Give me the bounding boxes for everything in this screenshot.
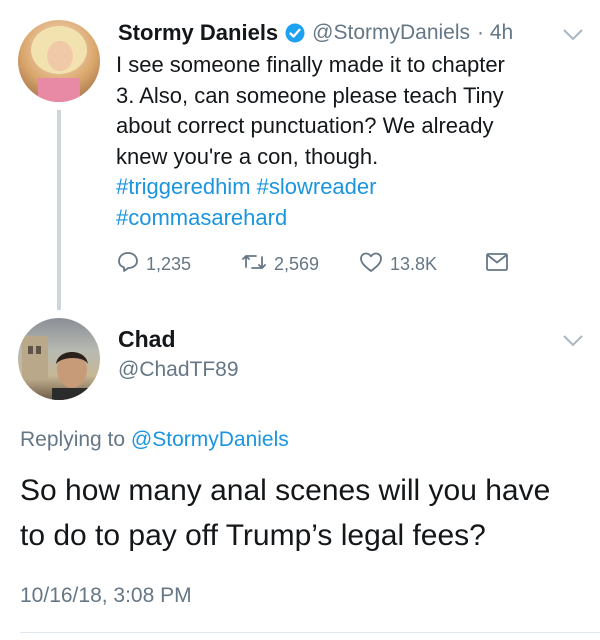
direct-message-button[interactable] (484, 250, 510, 279)
reply-text: So how many anal scenes will you have to… (20, 468, 595, 558)
handle[interactable]: @ChadTF89 (118, 358, 239, 382)
tweet-actions: 1,235 2,569 13.8K (116, 250, 510, 279)
display-name[interactable]: Chad (118, 326, 239, 353)
tweet-text-line: 3. Also, can someone please teach Tiny (116, 82, 504, 108)
avatar-stormy[interactable] (18, 20, 100, 102)
handle[interactable]: @StormyDaniels (312, 21, 470, 45)
verified-badge-icon (285, 23, 305, 43)
reply-text-line: to do to pay off Trump’s legal fees? (20, 519, 486, 552)
like-count: 13.8K (390, 254, 438, 274)
reply-text-line: So how many anal scenes will you have (20, 474, 551, 507)
thread-line (57, 110, 61, 310)
tweet-text-line: I see someone finally made it to chapter (116, 52, 505, 77)
replying-to: Replying to @StormyDaniels (20, 428, 289, 452)
divider (20, 632, 600, 633)
like-button[interactable]: 13.8K (358, 250, 484, 279)
tweet-timestamp[interactable]: 10/16/18, 3:08 PM (20, 584, 192, 608)
envelope-icon (484, 250, 510, 279)
replying-to-label: Replying to (20, 428, 126, 451)
heart-icon (358, 250, 384, 279)
chevron-down-icon[interactable] (562, 28, 584, 42)
reply-count: 1,235 (146, 254, 192, 274)
tweet-text: I see someone finally made it to chapter… (116, 50, 586, 233)
avatar-chad[interactable] (18, 318, 100, 400)
chevron-down-icon[interactable] (562, 334, 584, 348)
retweet-count: 2,569 (274, 254, 320, 274)
retweet-button[interactable]: 2,569 (240, 250, 358, 279)
hashtags-line[interactable]: #commasarehard (116, 203, 586, 234)
retweet-icon (240, 250, 268, 279)
replying-to-handle[interactable]: @StormyDaniels (131, 428, 289, 451)
tweet-text-line: about correct punctuation? We already (116, 113, 494, 138)
hashtags-line[interactable]: #triggeredhim #slowreader (116, 172, 586, 203)
tweet-text-line: knew you're a con, though. (116, 143, 379, 169)
tweet-time[interactable]: · 4h (477, 21, 513, 45)
display-name[interactable]: Stormy Daniels (118, 20, 278, 46)
reply-button[interactable]: 1,235 (116, 250, 240, 279)
reply-icon (116, 250, 140, 279)
